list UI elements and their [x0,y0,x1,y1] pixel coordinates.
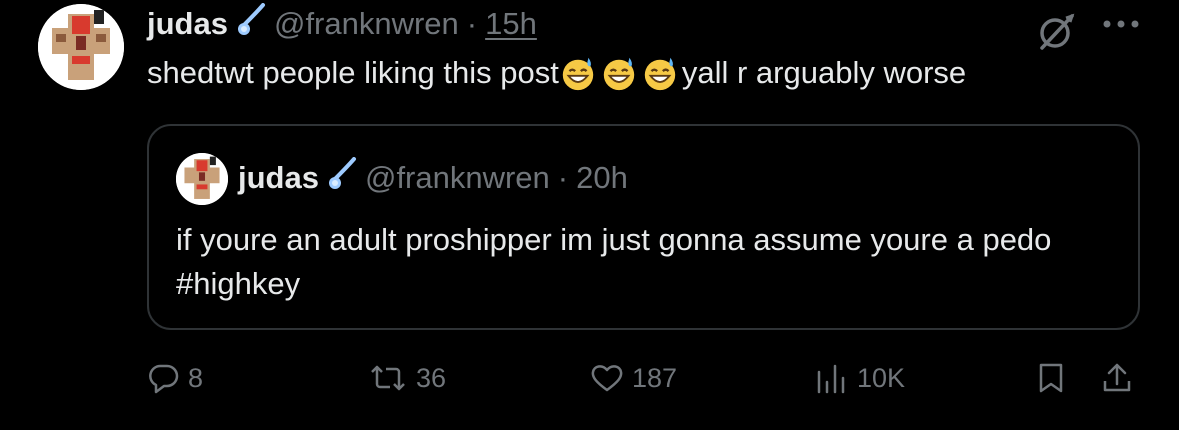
quoted-author-handle: @franknwren [364,160,550,195]
quoted-tweet-text: if youre an adult proshipper im just gon… [176,222,1052,301]
author-handle[interactable]: @franknwren [274,6,459,42]
repost-icon [371,365,405,391]
tweet-header: judas @franknwren · 15h [147,2,537,46]
comet-icon [236,3,266,45]
grinning-face-with-sweat-icon [559,54,597,92]
tweet-text-after: yall r arguably worse [681,55,967,90]
tweet-text: shedtwt people liking this post yall r a… [147,54,966,92]
author-name[interactable]: judas [147,6,228,42]
action-bar: 8 36 187 10K [0,362,1179,408]
bookmark-button[interactable] [1036,362,1066,394]
reply-icon [149,364,179,394]
like-count: 187 [632,362,678,393]
avatar-image [176,153,228,205]
reply-button[interactable]: 8 [148,362,203,394]
share-icon [1103,363,1131,392]
views-icon [817,364,845,394]
quoted-author-name: judas [238,160,319,195]
repost-button[interactable]: 36 [368,362,446,394]
reply-count: 8 [188,362,204,393]
tweet-text-before: shedtwt people liking this post [147,55,559,90]
quoted-author-avatar [176,153,228,205]
timestamp[interactable]: 15h [485,6,537,42]
grinning-face-with-sweat-icon [641,54,679,92]
quoted-tweet-header: judas @franknwren · 20h [238,156,628,200]
views-button[interactable]: 10K [815,362,905,394]
quoted-timestamp: 20h [576,160,628,195]
more-dots-icon[interactable] [1101,18,1141,30]
bookmark-icon [1039,363,1063,393]
repost-count: 36 [416,362,447,393]
grinning-face-with-sweat-icon [600,54,638,92]
heart-icon [591,365,623,392]
views-count: 10K [857,362,906,393]
separator: · [557,160,569,195]
comet-icon [327,157,357,199]
avatar-image [38,4,124,90]
author-avatar[interactable] [38,4,124,90]
share-button[interactable] [1100,362,1134,394]
grok-slash-icon[interactable] [1036,10,1078,52]
separator: · [466,6,478,41]
like-button[interactable]: 187 [590,362,677,394]
